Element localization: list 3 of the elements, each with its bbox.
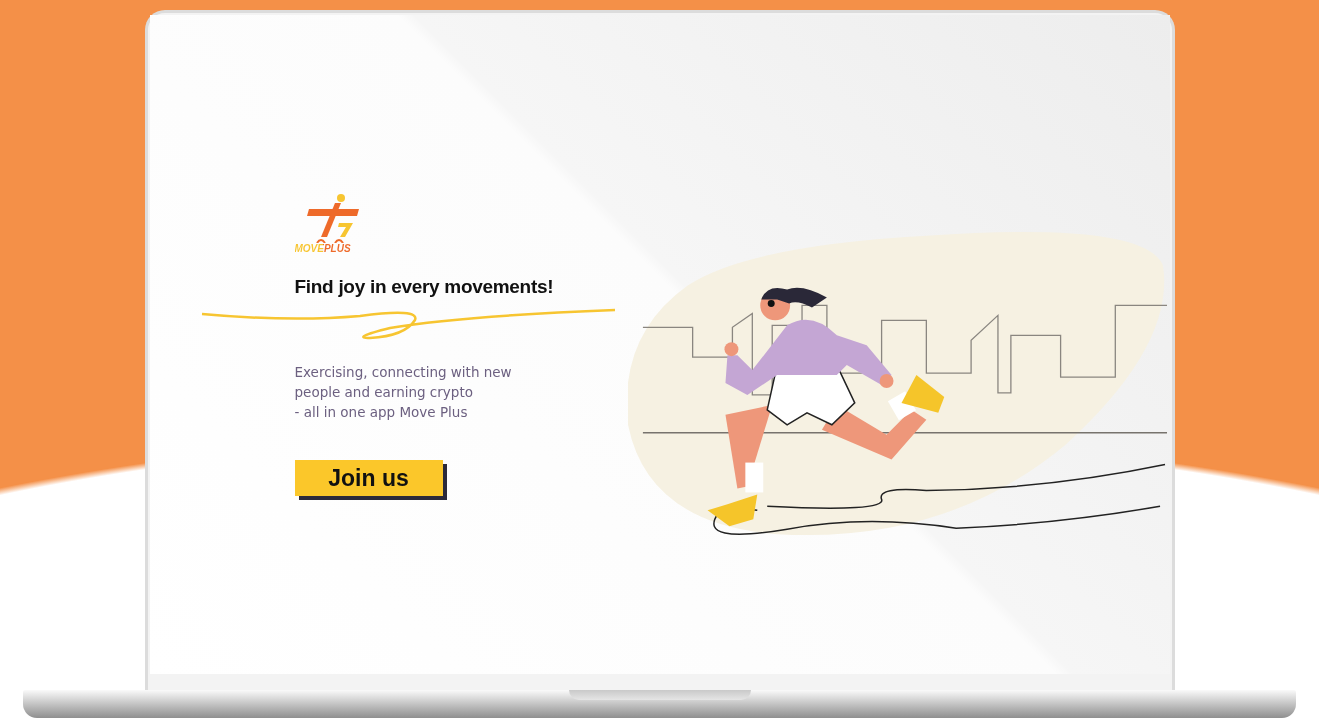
headline: Find joy in every movements!	[294, 276, 555, 298]
description: Exercising, connecting with new people and earning crypto - all in one app Move Plus	[294, 363, 513, 422]
logo-wordmark: MOVEPLUS	[294, 243, 351, 254]
